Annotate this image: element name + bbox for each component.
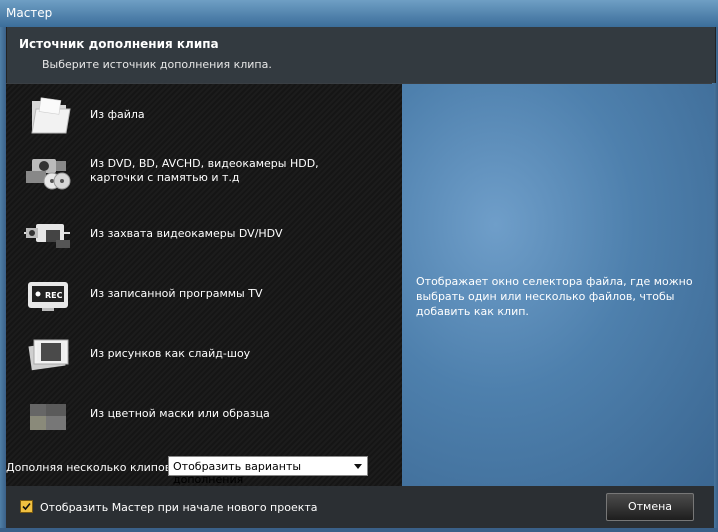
camera-disc-icon [26, 159, 71, 190]
description-panel: Отображает окно селектора файла, где мож… [402, 84, 714, 486]
source-label: Из захвата видеокамеры DV/HDV [90, 227, 283, 240]
wizard-header: Источник дополнения клипа Выберите источ… [6, 27, 716, 83]
source-label: Из DVD, BD, AVCHD, видеокамеры HDD, карт… [90, 157, 319, 184]
show-wizard-label[interactable]: Отобразить Мастер при начале нового прое… [40, 501, 318, 514]
add-multiple-value: Отобразить варианты дополнения [173, 460, 302, 486]
window-title: Мастер [6, 6, 53, 20]
folder-icon [31, 97, 71, 134]
checkmark-icon [22, 502, 31, 511]
source-label: Из записанной программы TV [90, 287, 263, 300]
source-item-disc[interactable]: Из DVD, BD, AVCHD, видеокамеры HDD, карт… [6, 143, 402, 199]
source-item-slideshow[interactable]: Из рисунков как слайд-шоу [6, 326, 402, 382]
tv-rec-icon: REC [28, 282, 68, 311]
show-wizard-checkbox[interactable] [20, 500, 33, 513]
source-label: Из цветной маски или образца [90, 407, 270, 420]
cancel-button[interactable]: Отмена [606, 493, 694, 521]
title-bar: Мастер [0, 0, 718, 28]
dv-camera-icon [24, 224, 70, 248]
source-label: Из файла [90, 108, 145, 121]
slideshow-icon [28, 339, 69, 371]
window-frame-bottom [0, 528, 718, 532]
chevron-down-icon [354, 464, 362, 469]
svg-text:REC: REC [45, 291, 63, 300]
source-item-tv[interactable]: REC Из записанной программы TV [6, 266, 402, 322]
page-subtitle: Выберите источник дополнения клипа. [42, 58, 272, 71]
source-description: Отображает окно селектора файла, где мож… [416, 275, 693, 318]
add-multiple-label: Дополняя несколько клипов: [6, 461, 175, 474]
wizard-footer: Отобразить Мастер при начале нового прое… [6, 486, 714, 528]
source-item-file[interactable]: Из файла [6, 87, 402, 143]
source-item-color-mask[interactable]: Из цветной маски или образца [6, 386, 402, 442]
source-list: Из файла Из DVD, BD, AVCHD, видеокамеры … [6, 84, 402, 486]
source-label: Из рисунков как слайд-шоу [90, 347, 251, 360]
color-mask-icon [30, 404, 66, 430]
page-title: Источник дополнения клипа [19, 37, 219, 51]
source-item-dv-capture[interactable]: Из захвата видеокамеры DV/HDV [6, 206, 402, 262]
add-multiple-select[interactable]: Отобразить варианты дополнения [168, 456, 368, 486]
